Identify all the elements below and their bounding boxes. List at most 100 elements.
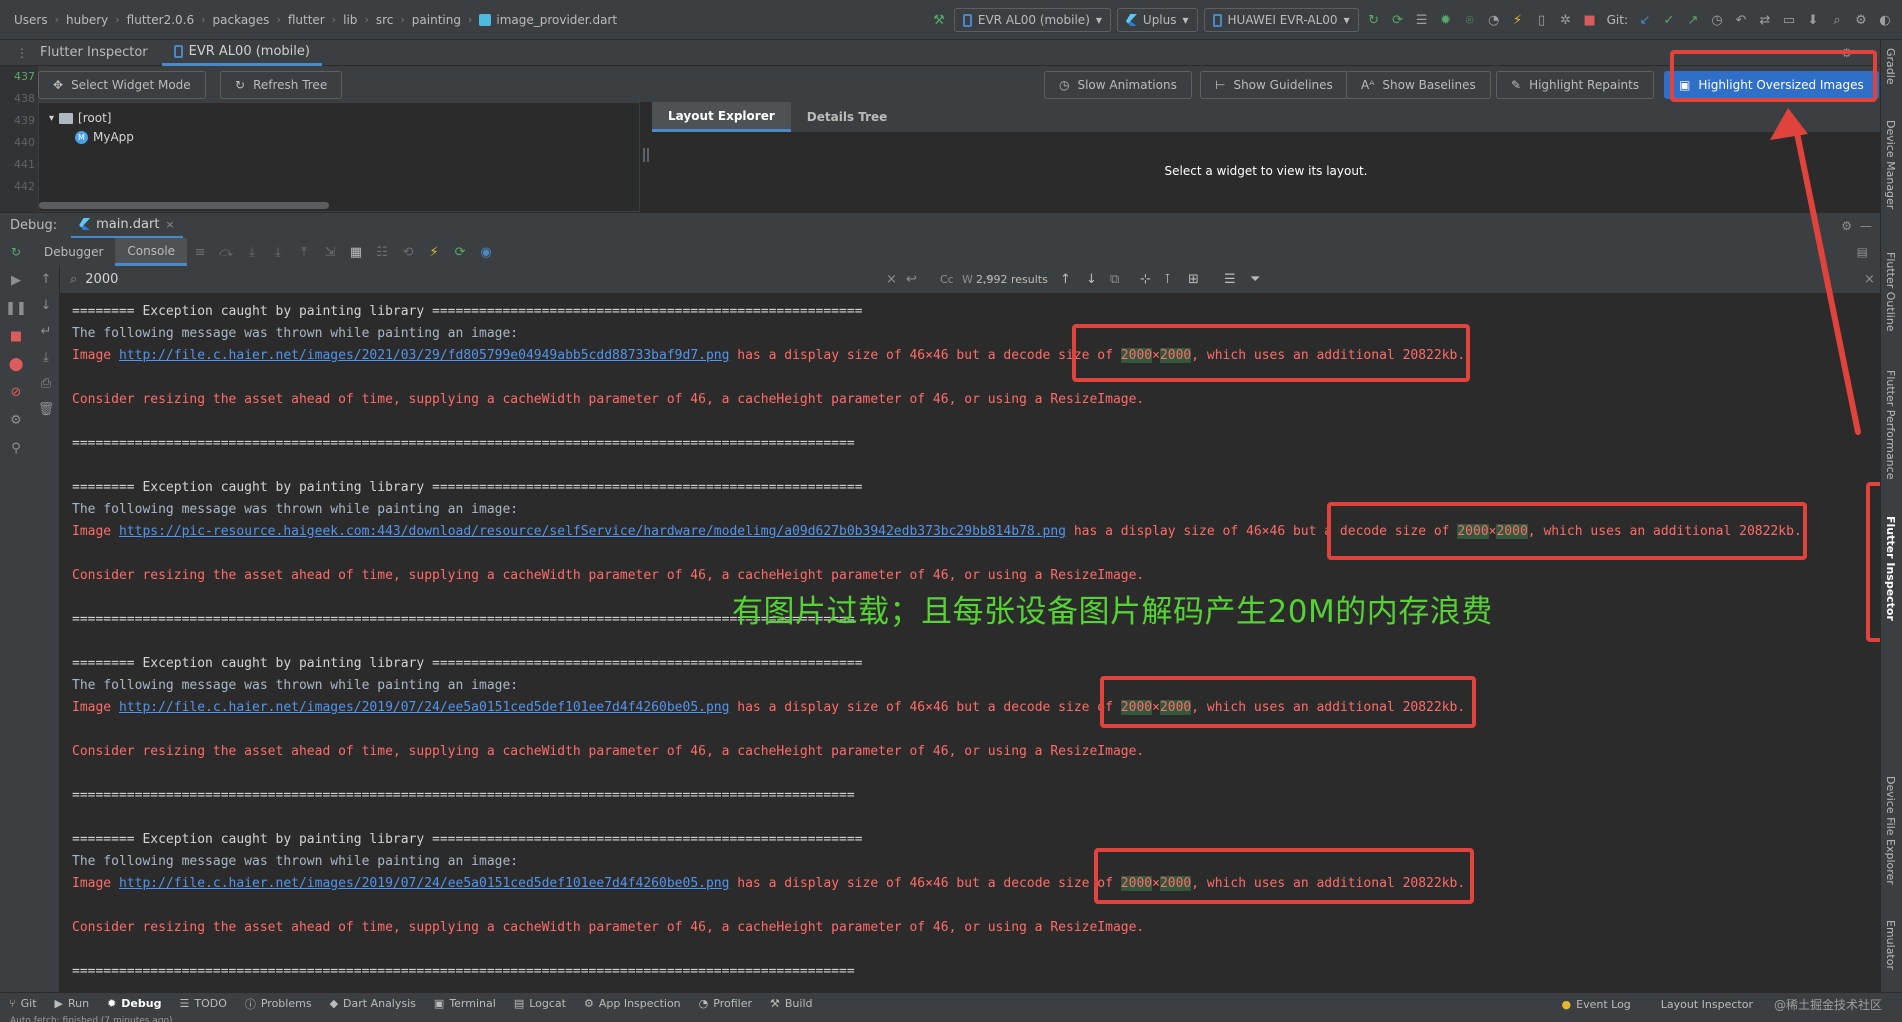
arrow-down-icon[interactable]: ↓ <box>1086 272 1097 287</box>
restart-frame-icon[interactable]: ⟲ <box>395 245 421 260</box>
rerun-icon[interactable]: ↻ <box>1365 11 1383 29</box>
breadcrumb-item[interactable]: Users <box>14 13 48 27</box>
tool-window-build[interactable]: ⚒ Build <box>761 997 822 1010</box>
debugger-attach-icon[interactable]: ✲ <box>1557 11 1575 29</box>
menu-icon[interactable]: ≡ <box>187 245 213 260</box>
filter-icon[interactable]: ⏷ <box>1250 272 1260 287</box>
tool-window-device-manager[interactable]: Device Manager <box>1884 120 1897 209</box>
whole-words-icon[interactable]: W <box>962 273 973 286</box>
hot-reload-icon[interactable]: ⚡ <box>421 245 447 260</box>
stop-icon[interactable]: ■ <box>1581 11 1599 29</box>
step-into-icon[interactable]: ⤓ <box>239 245 265 260</box>
arrow-up-icon[interactable]: ↑ <box>32 266 60 292</box>
close-icon[interactable]: × <box>1864 272 1875 287</box>
image-url-link[interactable]: http://file.c.haier.net/images/2019/07/2… <box>119 876 729 891</box>
tool-window-gradle[interactable]: Gradle <box>1884 48 1897 85</box>
layout-icon[interactable]: ▤ <box>1857 245 1868 259</box>
tool-window-debug[interactable]: ✹ Debug <box>98 997 170 1010</box>
tool-window-flutter-outline[interactable]: Flutter Outline <box>1884 252 1897 332</box>
rerun-icon[interactable]: ↻ <box>0 245 32 259</box>
event-log-button[interactable]: ● Event Log <box>1553 998 1640 1011</box>
image-url-link[interactable]: https://pic-resource.haigeek.com:443/dow… <box>119 524 1066 539</box>
open-in-window-icon[interactable]: ⧉ <box>1110 272 1119 287</box>
profile-icon[interactable]: ◐ <box>1876 11 1894 29</box>
tool-window-todo[interactable]: ☰ TODO <box>170 997 235 1010</box>
new-line-icon[interactable]: ↩ <box>906 272 917 287</box>
breadcrumb-current-file[interactable]: image_provider.dart <box>496 13 617 27</box>
run-config-select[interactable]: Uplus ▾ <box>1116 8 1198 32</box>
step-out-icon[interactable]: ⤒ <box>291 245 317 260</box>
tree-node-root[interactable]: ▾ [root] <box>49 109 111 127</box>
mute-breakpoints-icon[interactable]: ⊘ <box>0 378 32 406</box>
git-commit-icon[interactable]: ✓ <box>1660 11 1678 29</box>
add-occurrence-icon[interactable]: ⊹ <box>1140 272 1151 287</box>
tab-main-dart[interactable]: main.dart × <box>71 213 183 239</box>
history-icon[interactable]: ◷ <box>1708 11 1726 29</box>
arrow-down-icon[interactable]: ↓ <box>32 292 60 318</box>
chevron-down-icon[interactable]: ▾ <box>49 113 54 124</box>
highlight-repaints-button[interactable]: ✎ Highlight Repaints <box>1496 71 1655 99</box>
breadcrumb-item[interactable]: painting <box>412 13 461 27</box>
devtools-icon[interactable]: ◉ <box>473 245 499 260</box>
git-push-icon[interactable]: ↗ <box>1684 11 1702 29</box>
tab-device[interactable]: EVR AL00 (mobile) <box>161 40 322 66</box>
tool-window-run[interactable]: ▶ Run <box>46 997 99 1010</box>
select-widget-mode-button[interactable]: ✥ Select Widget Mode <box>38 71 206 99</box>
filter-options-icon[interactable]: ☰ <box>1224 272 1236 287</box>
pause-icon[interactable]: ❚❚ <box>0 294 32 322</box>
arrow-up-icon[interactable]: ↑ <box>1060 272 1071 287</box>
show-baselines-button[interactable]: Aᴬ Show Baselines <box>1346 71 1491 99</box>
hammer-icon[interactable]: ⚒ <box>930 11 948 29</box>
tab-layout-explorer[interactable]: Layout Explorer <box>652 102 791 132</box>
breadcrumb-item[interactable]: hubery <box>66 13 108 27</box>
breadcrumb-item[interactable]: packages <box>213 13 270 27</box>
tab-console[interactable]: Console <box>115 238 188 266</box>
gear-icon[interactable]: ⚙ <box>0 406 32 434</box>
tool-window-emulator[interactable]: Emulator <box>1884 920 1897 970</box>
slow-animations-button[interactable]: ◷ Slow Animations <box>1044 71 1192 99</box>
tool-window-profiler[interactable]: ◔ Profiler <box>690 997 761 1010</box>
minimize-icon[interactable]: — <box>1860 219 1872 233</box>
scroll-to-end-icon[interactable]: ⤓ <box>32 344 60 370</box>
hot-reload-icon[interactable]: ⚡ <box>1509 11 1527 29</box>
refresh-tree-button[interactable]: ↻ Refresh Tree <box>220 71 343 99</box>
tool-window-device-file-explorer[interactable]: Device File Explorer <box>1884 776 1897 885</box>
gear-icon[interactable]: ⚙ <box>1841 219 1852 233</box>
select-all-occurrences-icon[interactable]: ⊞ <box>1188 272 1199 287</box>
debug-icon[interactable]: ✹ <box>1437 11 1455 29</box>
trash-icon[interactable]: 🗑 <box>32 396 60 422</box>
coverage-icon[interactable]: ☰ <box>1413 11 1431 29</box>
device-config-select[interactable]: EVR AL00 (mobile) ▾ <box>953 8 1111 32</box>
tool-window-logcat[interactable]: ▤ Logcat <box>505 997 575 1010</box>
print-icon[interactable]: ⎙ <box>32 370 60 396</box>
stop-icon[interactable]: ■ <box>0 322 32 350</box>
profiler-icon[interactable]: ◔ <box>1485 11 1503 29</box>
device-manager-icon[interactable]: ▭ <box>1780 11 1798 29</box>
breadcrumb-item[interactable]: src <box>376 13 394 27</box>
match-case-icon[interactable]: Cc <box>940 273 954 286</box>
breadcrumb-item[interactable]: flutter <box>288 13 325 27</box>
layout-inspector-button[interactable]: Layout Inspector <box>1652 998 1762 1011</box>
breadcrumb-item[interactable]: lib <box>343 13 357 27</box>
tool-window-flutter-performance[interactable]: Flutter Performance <box>1884 370 1897 479</box>
breadcrumb-item[interactable]: flutter2.0.6 <box>127 13 194 27</box>
show-guidelines-button[interactable]: ⊢ Show Guidelines <box>1200 71 1348 99</box>
gear-icon[interactable]: ⚙ <box>1852 11 1870 29</box>
tool-window-problems[interactable]: ⓘ Problems <box>236 996 321 1012</box>
clear-icon[interactable]: × <box>886 272 897 287</box>
attach-icon[interactable]: ⌾ <box>1461 11 1479 29</box>
evaluate-icon[interactable]: ▦ <box>343 245 369 260</box>
tool-window-terminal[interactable]: ▣ Terminal <box>425 997 505 1010</box>
close-icon[interactable]: × <box>165 218 174 231</box>
image-url-link[interactable]: http://file.c.haier.net/images/2021/03/2… <box>119 348 729 363</box>
resume-icon[interactable]: ▶ <box>0 266 32 294</box>
soft-wrap-icon[interactable]: ↵ <box>32 318 60 344</box>
trace-icon[interactable]: ☷ <box>369 245 395 260</box>
tree-node-myapp[interactable]: M MyApp <box>75 128 134 146</box>
horizontal-scrollbar[interactable] <box>39 202 329 209</box>
remove-occurrence-icon[interactable]: ⊺ <box>1164 272 1171 287</box>
search-icon[interactable]: ⌕ <box>1828 11 1846 29</box>
tool-window-dart-analysis[interactable]: ◆ Dart Analysis <box>321 997 425 1010</box>
step-over-icon[interactable]: ⤼ <box>213 245 239 260</box>
image-url-link[interactable]: http://file.c.haier.net/images/2019/07/2… <box>119 700 729 715</box>
